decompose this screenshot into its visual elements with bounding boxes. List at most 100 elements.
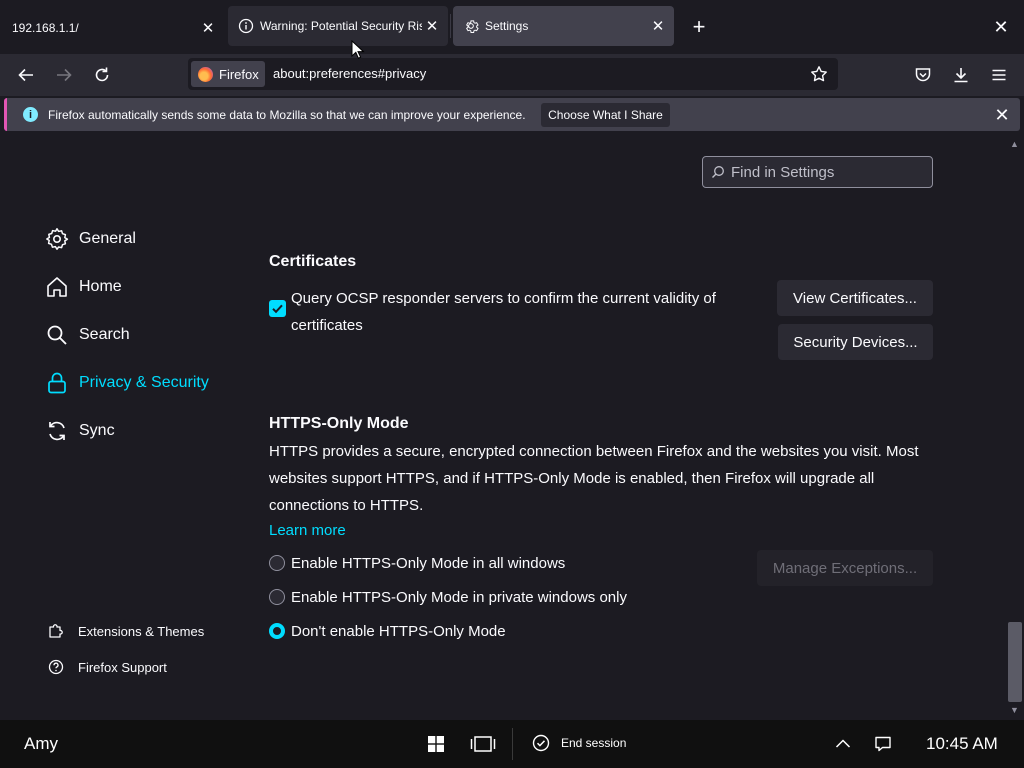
settings-page: Find in Settings General Home Search Pri… xyxy=(0,133,1024,720)
scroll-up-arrow-icon[interactable]: ▲ xyxy=(1010,139,1019,149)
ocsp-label: Query OCSP responder servers to confirm … xyxy=(291,290,716,334)
choose-what-i-share-button[interactable]: Choose What I Share xyxy=(541,103,670,127)
checkmark-icon xyxy=(272,304,283,314)
search-icon xyxy=(44,322,70,348)
taskbar-clock: 10:45 AM xyxy=(926,734,998,753)
find-placeholder: Find in Settings xyxy=(731,163,835,181)
radio-label: Don't enable HTTPS-Only Mode xyxy=(291,622,506,640)
pocket-button[interactable] xyxy=(908,60,938,90)
session-username: Amy xyxy=(24,734,58,753)
sidebar-item-extensions-themes[interactable]: Extensions & Themes xyxy=(44,613,204,649)
info-icon: i xyxy=(23,107,38,122)
radio-button[interactable] xyxy=(269,555,285,571)
back-arrow-icon xyxy=(18,68,33,82)
close-tab-icon[interactable]: ✕ xyxy=(648,16,668,36)
https-only-private-windows-option[interactable]: Enable HTTPS-Only Mode in private window… xyxy=(269,587,627,607)
forward-button[interactable] xyxy=(49,60,79,90)
sync-icon xyxy=(44,418,70,444)
url-bar[interactable]: Firefox about:preferences#privacy xyxy=(188,58,838,90)
taskbar-separator xyxy=(512,728,513,760)
sidebar-item-label: Sync xyxy=(79,422,115,439)
sidebar-item-firefox-support[interactable]: Firefox Support xyxy=(44,649,204,685)
https-only-all-windows-option[interactable]: Enable HTTPS-Only Mode in all windows xyxy=(269,553,565,573)
taskbar: Amy End session 10:45 AM xyxy=(0,720,1024,768)
tab-strip: 192.168.1.1/ ✕ Warning: Potential Securi… xyxy=(0,0,1024,54)
identity-box[interactable]: Firefox xyxy=(191,61,265,87)
settings-sidebar: General Home Search Privacy & Security S… xyxy=(44,215,244,455)
https-only-disabled-option[interactable]: Don't enable HTTPS-Only Mode xyxy=(269,621,506,641)
close-tab-icon[interactable]: ✕ xyxy=(422,16,442,36)
info-icon xyxy=(238,18,254,34)
close-tab-icon[interactable]: ✕ xyxy=(198,18,218,38)
radio-button-selected[interactable] xyxy=(269,623,285,639)
tab-title: Settings xyxy=(485,19,529,33)
hamburger-menu-icon xyxy=(992,69,1006,81)
certificates-heading: Certificates xyxy=(269,253,357,270)
forward-arrow-icon xyxy=(57,68,72,82)
navigation-toolbar: Firefox about:preferences#privacy xyxy=(0,54,1024,96)
tab-title: 192.168.1.1/ xyxy=(12,21,79,35)
close-notification-icon[interactable]: ✕ xyxy=(991,104,1013,126)
find-in-settings-input[interactable]: Find in Settings xyxy=(702,156,933,188)
reload-button[interactable] xyxy=(87,60,117,90)
identity-label: Firefox xyxy=(219,66,259,82)
gear-icon xyxy=(463,18,479,34)
search-icon xyxy=(711,165,725,179)
radio-button[interactable] xyxy=(269,589,285,605)
ocsp-checkbox[interactable] xyxy=(269,300,286,317)
sidebar-item-label: General xyxy=(79,230,136,247)
bookmark-star-icon[interactable] xyxy=(808,63,830,85)
check-circle-icon xyxy=(532,734,550,752)
notification-message: Firefox automatically sends some data to… xyxy=(48,108,526,122)
https-only-heading: HTTPS-Only Mode xyxy=(269,415,409,432)
tab-security-warning[interactable]: Warning: Potential Security Risk Ahead ✕ xyxy=(228,6,448,46)
sidebar-item-label: Privacy & Security xyxy=(79,374,209,391)
mouse-cursor-icon xyxy=(351,40,365,59)
sidebar-item-general[interactable]: General xyxy=(44,215,244,263)
reload-icon xyxy=(95,67,109,82)
url-text[interactable]: about:preferences#privacy xyxy=(273,66,426,81)
sidebar-item-search[interactable]: Search xyxy=(44,311,244,359)
sidebar-item-label: Search xyxy=(79,326,130,343)
puzzle-icon xyxy=(44,622,68,640)
vertical-scrollbar[interactable]: ▲ ▼ xyxy=(1006,133,1024,720)
firefox-logo-icon xyxy=(198,66,213,82)
https-only-description: HTTPS provides a secure, encrypted conne… xyxy=(269,443,919,514)
sidebar-item-sync[interactable]: Sync xyxy=(44,407,244,455)
view-certificates-button[interactable]: View Certificates... xyxy=(777,280,933,316)
close-window-button[interactable]: ✕ xyxy=(988,14,1014,40)
tab-router[interactable]: 192.168.1.1/ ✕ xyxy=(0,8,224,48)
sidebar-item-label: Home xyxy=(79,278,122,295)
learn-more-link[interactable]: Learn more xyxy=(269,522,346,539)
scroll-down-arrow-icon[interactable]: ▼ xyxy=(1010,705,1019,715)
back-button[interactable] xyxy=(11,60,41,90)
radio-label: Enable HTTPS-Only Mode in all windows xyxy=(291,554,566,572)
task-view-icon[interactable] xyxy=(470,732,496,756)
data-collection-notification: i Firefox automatically sends some data … xyxy=(4,98,1020,131)
sidebar-footer: Extensions & Themes Firefox Support xyxy=(44,613,204,685)
app-menu-button[interactable] xyxy=(984,60,1014,90)
manage-exceptions-button[interactable]: Manage Exceptions... xyxy=(757,550,933,586)
security-devices-button[interactable]: Security Devices... xyxy=(778,324,933,360)
help-icon xyxy=(44,658,68,676)
lock-icon xyxy=(44,370,70,396)
tab-title: Warning: Potential Security Risk Ahead xyxy=(260,19,422,33)
end-session-label: End session xyxy=(561,736,627,750)
windows-start-icon[interactable] xyxy=(423,732,449,756)
home-icon xyxy=(44,274,70,300)
download-icon xyxy=(954,68,968,83)
gear-icon xyxy=(44,226,70,252)
sidebar-item-home[interactable]: Home xyxy=(44,263,244,311)
scrollbar-thumb[interactable] xyxy=(1008,622,1022,702)
radio-label: Enable HTTPS-Only Mode in private window… xyxy=(291,588,627,606)
sidebar-item-privacy-security[interactable]: Privacy & Security xyxy=(44,359,244,407)
chevron-up-icon[interactable] xyxy=(830,732,856,756)
tab-settings[interactable]: Settings ✕ xyxy=(453,6,674,46)
sidebar-footer-label: Firefox Support xyxy=(78,659,167,675)
pocket-icon xyxy=(915,68,931,82)
downloads-button[interactable] xyxy=(946,60,976,90)
sidebar-footer-label: Extensions & Themes xyxy=(78,623,205,639)
new-tab-button[interactable]: + xyxy=(686,14,712,40)
notification-center-icon[interactable] xyxy=(870,732,896,756)
end-session-button[interactable]: End session xyxy=(532,734,626,752)
